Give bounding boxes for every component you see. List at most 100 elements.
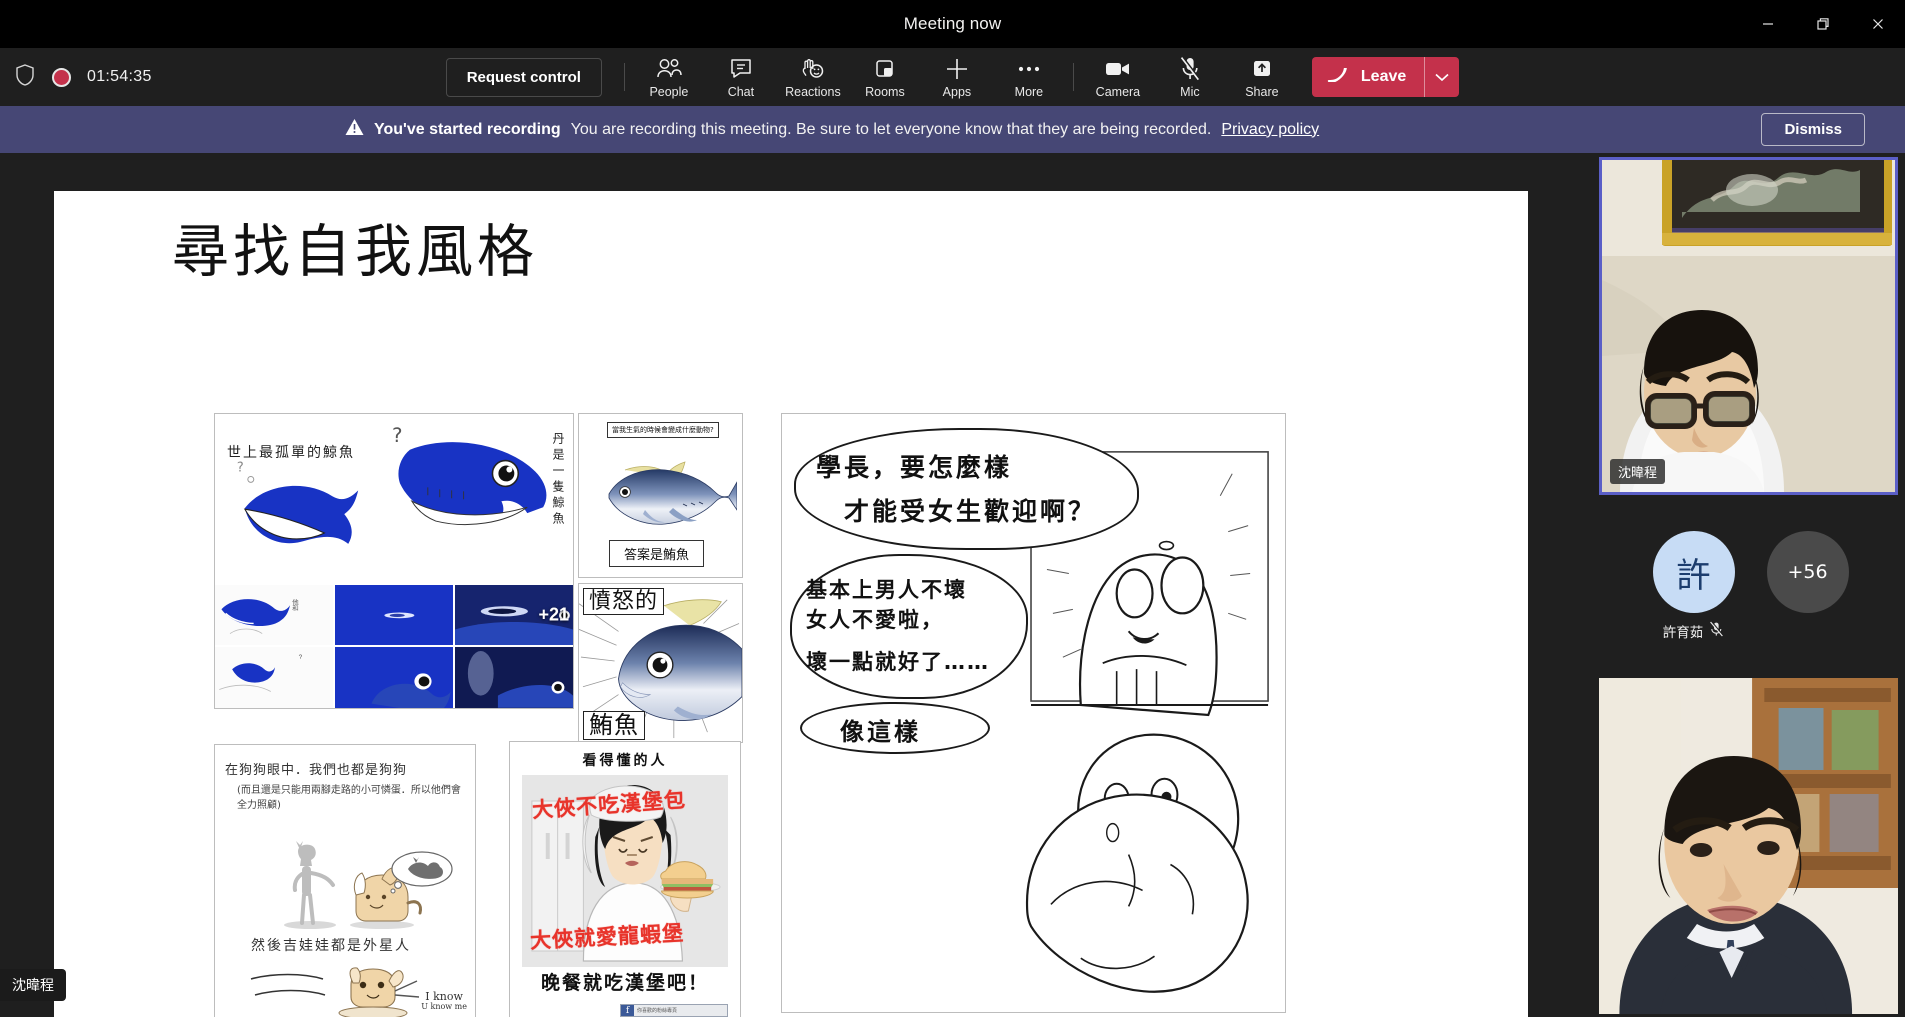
presentation-slide: 尋找自我風格 xyxy=(54,191,1528,1017)
tuna-answer-text: 答案是鮪魚 xyxy=(609,540,704,567)
chat-label: Chat xyxy=(728,85,754,99)
more-button[interactable]: More xyxy=(993,49,1065,105)
dog-scene-illustration xyxy=(270,839,455,931)
video-tile-secondary[interactable] xyxy=(1599,678,1898,1014)
svg-text:?: ? xyxy=(392,424,403,447)
apps-plus-icon xyxy=(944,56,970,82)
leave-label: Leave xyxy=(1361,68,1406,86)
whale-cell xyxy=(335,647,453,708)
banner-title: You've started recording xyxy=(374,121,561,139)
video-frame-image xyxy=(1602,160,1895,492)
comic-panel-manga: 學長，要怎麼樣 才能受女生歡迎啊？ 基本上男人不壞 女人不愛啦， 壞一點就好了…… xyxy=(781,413,1286,1013)
meeting-toolbar: 01:54:35 Request control People xyxy=(0,48,1905,106)
reactions-label: Reactions xyxy=(785,85,841,99)
more-ellipsis-icon xyxy=(1016,56,1042,82)
dog-line-2: (而且還是只能用兩腳走路的小可憐蛋．所以他們會全力照顧) xyxy=(237,783,462,813)
tuna-question-text: 當我生氣的時候會變成什麼動物? xyxy=(607,422,719,438)
mic-button[interactable]: Mic xyxy=(1154,49,1226,105)
overflow-count-badge: +56 xyxy=(1767,531,1849,613)
teams-meeting-window: Meeting now xyxy=(0,0,1905,1017)
apps-label: Apps xyxy=(943,85,972,99)
participant-avatars: 許 許育茹 +56 xyxy=(1596,513,1905,663)
banner-content: You've started recording You are recordi… xyxy=(345,118,1319,141)
hangup-icon xyxy=(1326,68,1352,87)
warning-triangle-icon xyxy=(345,118,364,141)
whale-cell: ? xyxy=(215,647,333,708)
camera-label: Camera xyxy=(1096,85,1140,99)
leave-button[interactable]: Leave xyxy=(1312,57,1424,97)
avatar-name-row: 許育茹 xyxy=(1663,621,1725,641)
meeting-stage: 尋找自我風格 xyxy=(0,153,1596,1017)
comic-panel-tuna-question: 當我生氣的時候會變成什麼動物? xyxy=(578,413,743,578)
recording-banner: You've started recording You are recordi… xyxy=(0,106,1905,153)
restore-icon[interactable] xyxy=(1795,0,1850,48)
dog-signature-line2: U know me xyxy=(421,1003,467,1011)
comic-panel-whale: ? ? 世上最孤單的鯨魚 丹是一隻鯨魚 xyxy=(214,413,574,709)
avatar-name: 許育茹 xyxy=(1663,621,1704,641)
chevron-down-icon[interactable] xyxy=(1425,57,1459,97)
presenter-name-pill: 沈暐程 xyxy=(0,969,66,1001)
dog-line-1: 在狗狗眼中．我們也都是狗狗 xyxy=(225,759,407,778)
shared-content-surface[interactable]: 尋找自我風格 xyxy=(54,191,1528,1017)
minimize-icon[interactable] xyxy=(1740,0,1795,48)
toolbar-divider-2 xyxy=(1073,63,1074,91)
request-control-button[interactable]: Request control xyxy=(446,58,602,97)
slide-title: 尋找自我風格 xyxy=(172,206,538,288)
dog-line-3: 然後吉娃娃都是外星人 xyxy=(251,935,411,955)
camera-button[interactable]: Camera xyxy=(1082,49,1154,105)
video-feed-secondary xyxy=(1599,678,1898,1014)
whale-cell: +21 xyxy=(455,585,573,646)
angry-tuna-top-text: 憤怒的 xyxy=(583,588,664,615)
shield-icon xyxy=(14,63,36,92)
rooms-button[interactable]: Rooms xyxy=(849,49,921,105)
close-icon[interactable] xyxy=(1850,0,1905,48)
burger-caption: 晚餐就吃漢堡吧！ xyxy=(510,968,740,995)
whale-cell xyxy=(335,585,453,646)
share-button[interactable]: Share xyxy=(1226,49,1298,105)
manga-bubble2-line1: 基本上男人不壞 xyxy=(806,574,967,604)
manga-bubble2-line3: 壞一點就好了…… xyxy=(806,646,990,676)
whale-illustration: ? ? xyxy=(215,414,573,585)
facebook-badge-text: 你喜歡的粉絲專頁 xyxy=(634,1007,727,1014)
svg-text:?: ? xyxy=(299,655,303,662)
window-title: Meeting now xyxy=(904,14,1002,34)
toolbar-divider xyxy=(624,63,625,91)
participants-rail: 沈暐程 許 許育茹 xyxy=(1596,153,1905,1017)
people-label: People xyxy=(649,85,688,99)
mic-label: Mic xyxy=(1180,85,1199,99)
comic-panel-dog: 在狗狗眼中．我們也都是狗狗 (而且還是只能用兩腳走路的小可憐蛋．所以他們會全力照… xyxy=(214,744,476,1017)
whale-side-caption: 丹是一隻鯨魚 xyxy=(550,432,567,528)
whale-caption: 世上最孤單的鯨魚 xyxy=(227,442,355,462)
tuna-illustration xyxy=(587,454,737,532)
whale-overflow-badge: +21 xyxy=(538,604,569,625)
people-button[interactable]: People xyxy=(633,49,705,105)
whale-cell: 他和 xyxy=(215,585,333,646)
chihuahua-illustration xyxy=(245,967,435,1017)
comic-panel-burger: 看得懂的人 xyxy=(509,741,741,1017)
whale-top-scene: ? ? xyxy=(215,414,573,585)
active-speaker-name: 沈暐程 xyxy=(1610,459,1665,484)
dismiss-button[interactable]: Dismiss xyxy=(1761,113,1865,146)
facebook-icon: f xyxy=(621,1005,634,1016)
leave-button-group: Leave xyxy=(1312,57,1459,97)
manga-bubble1-line2: 才能受女生歡迎啊？ xyxy=(844,492,1096,528)
comic-panel-tuna-angry: 憤怒的 鮪魚 xyxy=(578,583,743,743)
participant-avatar-item[interactable]: 許 許育茹 xyxy=(1653,531,1735,641)
more-label: More xyxy=(1015,85,1043,99)
share-up-arrow-icon xyxy=(1250,56,1274,82)
reactions-button[interactable]: Reactions xyxy=(777,49,849,105)
toolbar-center-group: Request control People xyxy=(0,48,1905,106)
share-label: Share xyxy=(1245,85,1278,99)
meeting-timer: 01:54:35 xyxy=(87,68,152,86)
whale-cell xyxy=(455,647,573,708)
participant-overflow-item[interactable]: +56 xyxy=(1767,531,1849,613)
privacy-policy-link[interactable]: Privacy policy xyxy=(1221,121,1319,139)
video-feed xyxy=(1602,160,1895,492)
svg-text:?: ? xyxy=(237,461,244,476)
video-tile-active-speaker[interactable]: 沈暐程 xyxy=(1599,157,1898,495)
chat-button[interactable]: Chat xyxy=(705,49,777,105)
dog-signature-line1: I know xyxy=(421,991,467,1003)
apps-button[interactable]: Apps xyxy=(921,49,993,105)
speech-bubble-1 xyxy=(794,428,1139,550)
angry-tuna-bottom-text: 鮪魚 xyxy=(583,711,645,740)
